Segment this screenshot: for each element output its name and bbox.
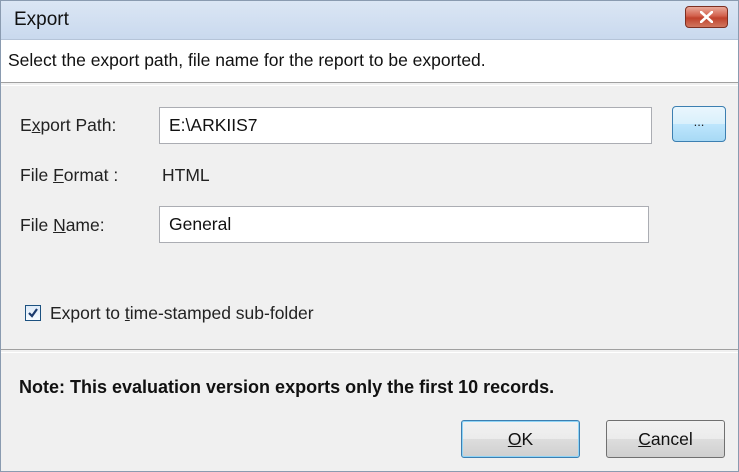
export-path-label: Export Path: — [20, 115, 117, 135]
timestamp-checkbox-label[interactable]: Export to time-stamped sub-folder — [50, 303, 314, 324]
file-format-value: HTML — [162, 165, 210, 185]
export-dialog: Export Select the export path, file name… — [0, 0, 739, 472]
ok-button[interactable]: OK — [461, 420, 580, 458]
instruction-text: Select the export path, file name for th… — [8, 50, 486, 70]
cancel-button[interactable]: Cancel — [606, 420, 725, 458]
file-name-label: File Name: — [20, 215, 105, 235]
checkmark-icon — [28, 308, 38, 318]
file-format-label: File Format : — [20, 165, 119, 185]
instruction-band: Select the export path, file name for th… — [1, 40, 738, 82]
close-button[interactable] — [685, 6, 728, 28]
window-title: Export — [14, 9, 69, 30]
export-path-input[interactable] — [159, 107, 652, 144]
close-icon — [700, 11, 713, 23]
browse-button[interactable]: ... — [672, 106, 726, 142]
header-separator — [1, 82, 738, 86]
file-name-input[interactable] — [159, 206, 649, 243]
evaluation-note: Note: This evaluation version exports on… — [19, 377, 555, 397]
title-bar[interactable]: Export — [1, 1, 738, 40]
footer-separator — [1, 349, 738, 353]
timestamp-checkbox[interactable] — [25, 305, 41, 321]
